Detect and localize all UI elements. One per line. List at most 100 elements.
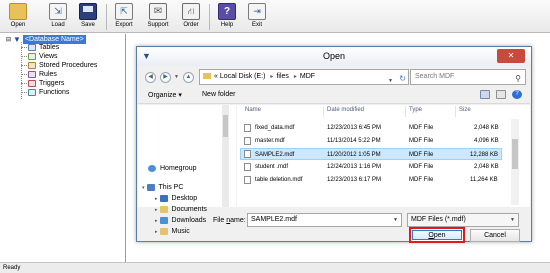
tree-item-triggers[interactable]: Triggers	[28, 79, 64, 88]
file-row-selected[interactable]: SAMPLE2.mdf 11/20/2012 1:05 PM MDF File …	[240, 148, 502, 160]
address-bar[interactable]: «Local Disk (E:) ▸ files ▸ MDF ▼ ↻	[199, 69, 409, 85]
file-size: 12,288 KB	[470, 152, 499, 158]
column-divider[interactable]	[323, 106, 324, 117]
column-header-size[interactable]: Size	[459, 107, 471, 113]
tree-item-label: Rules	[39, 71, 57, 78]
column-header-date[interactable]: Date modified	[327, 107, 364, 113]
file-type-value: MDF Files (*.mdf)	[411, 216, 466, 223]
tree-item-views[interactable]: Views	[28, 52, 58, 61]
app-icon: ▼	[142, 51, 151, 61]
help-button[interactable]: ? Help	[212, 3, 242, 31]
support-button[interactable]: ✉ Support	[143, 3, 173, 31]
nav-item-music[interactable]: ▸ Music	[155, 227, 190, 236]
search-input[interactable]: Search MDF ⚲	[410, 69, 526, 85]
navigation-scrollbar[interactable]	[222, 105, 229, 207]
file-row[interactable]: table deletion.mdf 12/23/2013 6:17 PM MD…	[240, 174, 502, 186]
close-button[interactable]: ✕	[497, 49, 525, 63]
nav-item-documents[interactable]: ▸ Documents	[155, 205, 207, 214]
chevron-down-icon[interactable]: ▼	[510, 214, 515, 226]
function-icon	[28, 89, 36, 96]
nav-item-downloads[interactable]: ▸ Downloads	[155, 216, 206, 225]
organize-menu[interactable]: Organize ▾	[148, 91, 182, 99]
save-button[interactable]: Save	[73, 3, 103, 31]
tree-item-functions[interactable]: Functions	[28, 88, 69, 97]
scrollbar-thumb[interactable]	[512, 139, 518, 169]
expand-icon[interactable]: ▾	[142, 185, 145, 191]
file-name: fixed_data.mdf	[255, 125, 295, 131]
column-header-type[interactable]: Type	[409, 107, 422, 113]
file-row[interactable]: fixed_data.mdf 12/23/2013 6:45 PM MDF Fi…	[240, 122, 502, 134]
expand-icon[interactable]: ▸	[155, 196, 158, 202]
tree-connector	[21, 65, 27, 66]
order-button-label: Order	[183, 22, 199, 28]
nav-item-homegroup[interactable]: Homegroup	[148, 164, 197, 173]
view-icon	[28, 53, 36, 60]
cancel-button[interactable]: Cancel	[470, 229, 520, 242]
file-icon	[244, 163, 251, 171]
open-label: pen	[433, 232, 446, 239]
chevron-down-icon[interactable]: ▼	[393, 214, 398, 226]
forward-arrow-icon[interactable]: ▶	[160, 72, 171, 83]
tree-connector	[21, 56, 27, 57]
nav-item-desktop[interactable]: ▸ Desktop	[155, 194, 197, 203]
back-arrow-icon[interactable]: ◀	[145, 72, 156, 83]
file-date: 12/23/2013 6:45 PM	[327, 125, 382, 131]
file-name-input[interactable]: SAMPLE2.mdf ▼	[247, 213, 402, 227]
order-button[interactable]: ⛙ Order	[176, 3, 206, 31]
music-icon	[159, 228, 168, 235]
load-button[interactable]: ⇲ Load	[43, 3, 73, 31]
file-row[interactable]: master.mdf 11/13/2014 5:22 PM MDF File 4…	[240, 135, 502, 147]
recent-dropdown-icon[interactable]: ▼	[174, 74, 179, 80]
help-icon[interactable]: ?	[512, 90, 522, 99]
search-icon: ⚲	[515, 74, 521, 83]
tree-item-stored-procedures[interactable]: Stored Procedures	[28, 61, 97, 70]
file-type: MDF File	[409, 164, 434, 170]
tree-connector	[21, 47, 27, 48]
file-row[interactable]: student .mdf 12/24/2013 1:16 PM MDF File…	[240, 161, 502, 173]
nav-item-this-pc[interactable]: ▾ This PC	[142, 183, 183, 192]
file-size: 11,264 KB	[470, 177, 498, 183]
expand-icon[interactable]: ▸	[155, 229, 158, 235]
tree-item-rules[interactable]: Rules	[28, 70, 57, 79]
expand-icon[interactable]: ▸	[155, 207, 158, 213]
open-dialog-button[interactable]: Open	[412, 230, 462, 240]
breadcrumb-overflow[interactable]: «	[214, 73, 218, 80]
refresh-icon[interactable]: ↻	[399, 72, 406, 86]
chevron-down-icon[interactable]: ▼	[388, 74, 393, 88]
tree-connector	[21, 83, 27, 84]
up-arrow-icon[interactable]: ▲	[183, 72, 194, 83]
tree-item-label: Functions	[39, 89, 70, 96]
open-folder-icon	[9, 3, 27, 20]
open-button-highlight: Open	[409, 227, 465, 243]
exit-button[interactable]: ⇥ Exit	[242, 3, 272, 31]
file-date: 11/20/2012 1:05 PM	[327, 152, 381, 158]
breadcrumb-drive[interactable]: Local Disk (E:)	[220, 73, 266, 80]
view-options-icon[interactable]	[480, 90, 490, 99]
breadcrumb-files[interactable]: files	[276, 73, 288, 80]
help-button-label: Help	[220, 22, 234, 28]
mail-icon: ✉	[149, 3, 167, 20]
help-icon: ?	[218, 3, 236, 20]
nav-item-label: Documents	[171, 206, 207, 213]
desktop-icon	[159, 195, 168, 202]
expand-icon[interactable]: ▸	[155, 218, 158, 224]
open-button[interactable]: Open	[3, 3, 33, 31]
save-disk-icon	[79, 3, 97, 20]
tree-item-tables[interactable]: Tables	[28, 43, 59, 52]
column-divider[interactable]	[455, 106, 456, 117]
main-toolbar: Open ⇲ Load Save ⇱ Export ✉ Support ⛙ Or…	[0, 0, 550, 33]
new-folder-button[interactable]: New folder	[202, 91, 235, 98]
file-list-scrollbar[interactable]	[511, 119, 519, 205]
load-icon: ⇲	[49, 3, 67, 20]
breadcrumb-mdf[interactable]: MDF	[300, 73, 315, 80]
column-divider[interactable]	[405, 106, 406, 117]
file-date: 12/24/2013 1:16 PM	[327, 164, 382, 170]
database-icon: ▼	[13, 34, 21, 44]
scrollbar-thumb[interactable]	[223, 115, 228, 137]
file-list: Name Date modified Type Size fixed_data.…	[237, 105, 530, 207]
collapse-icon[interactable]: ⊟	[6, 36, 11, 43]
file-type-select[interactable]: MDF Files (*.mdf) ▼	[407, 213, 519, 227]
column-header-name[interactable]: Name	[245, 107, 261, 113]
export-button[interactable]: ⇱ Export	[109, 3, 139, 31]
preview-pane-icon[interactable]	[496, 90, 506, 99]
